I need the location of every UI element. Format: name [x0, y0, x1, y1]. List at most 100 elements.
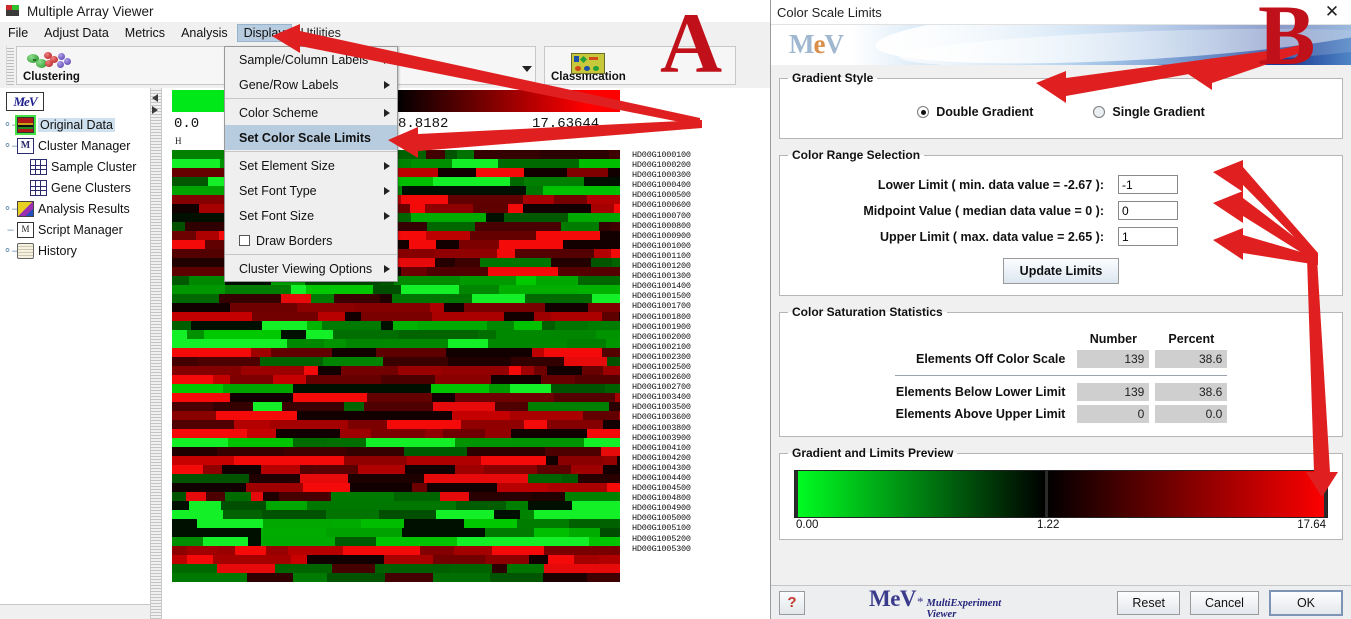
- heatmap-row[interactable]: [172, 546, 620, 555]
- split-collapse-down-icon[interactable]: [152, 106, 158, 114]
- table-header-row: Number Percent: [895, 331, 1228, 346]
- menu-display[interactable]: Display: [237, 24, 292, 42]
- help-button[interactable]: ?: [779, 591, 805, 615]
- cancel-button[interactable]: Cancel: [1190, 591, 1259, 615]
- menu-metrics[interactable]: Metrics: [118, 24, 172, 42]
- tree-item-analysis-results[interactable]: ⚬– Analysis Results: [0, 198, 150, 219]
- dialog-banner: MeV: [771, 25, 1351, 65]
- heatmap-row[interactable]: [172, 528, 620, 537]
- heatmap-row[interactable]: [172, 501, 620, 510]
- menu-separator: [225, 254, 397, 255]
- toolbar-button-classification[interactable]: Classification: [545, 52, 632, 84]
- tree-item-history[interactable]: ⚬– History: [0, 240, 150, 261]
- heatmap-row[interactable]: [172, 564, 620, 573]
- heatmap-row[interactable]: [172, 357, 620, 366]
- heatmap-row[interactable]: [172, 420, 620, 429]
- radio-single-gradient[interactable]: Single Gradient: [1093, 105, 1204, 119]
- menu-adjust-data[interactable]: Adjust Data: [37, 24, 116, 42]
- toolbar-grip[interactable]: [6, 46, 14, 85]
- tree-horizontal-scrollbar[interactable]: [0, 604, 150, 619]
- tree-expander-icon[interactable]: ⚬–: [4, 244, 17, 257]
- header-number: Number: [1077, 331, 1149, 346]
- tree-item-cluster-manager[interactable]: ⚬– M Cluster Manager: [0, 135, 150, 156]
- banner-logo: MeV: [789, 29, 843, 60]
- heatmap-row[interactable]: [172, 294, 620, 303]
- menu-item-gene-row-labels[interactable]: Gene/Row Labels: [225, 72, 397, 97]
- heatmap-row[interactable]: [172, 330, 620, 339]
- heatmap-row[interactable]: [172, 573, 620, 582]
- reset-button[interactable]: Reset: [1117, 591, 1180, 615]
- split-divider[interactable]: [150, 88, 162, 619]
- gene-label: HD00G1004100: [632, 443, 752, 453]
- heatmap-row[interactable]: [172, 519, 620, 528]
- split-collapse-up-icon[interactable]: [152, 94, 158, 102]
- menu-item-label: Set Font Type: [239, 184, 317, 198]
- menu-bar: File Adjust Data Metrics Analysis Displa…: [0, 22, 770, 43]
- heatmap-row[interactable]: [172, 474, 620, 483]
- upper-limit-input[interactable]: [1118, 227, 1178, 246]
- menu-item-set-font-size[interactable]: Set Font Size: [225, 203, 397, 228]
- heatmap-row[interactable]: [172, 438, 620, 447]
- heatmap-row[interactable]: [172, 303, 620, 312]
- toolbar-dropdown-arrow[interactable]: [522, 66, 532, 72]
- radio-selected-icon[interactable]: [917, 106, 929, 118]
- menu-utilities[interactable]: Utilities: [294, 24, 348, 42]
- menu-file[interactable]: File: [1, 24, 35, 42]
- tree-item-script-manager[interactable]: – M Script Manager: [0, 219, 150, 240]
- menu-item-draw-borders[interactable]: Draw Borders: [225, 228, 397, 253]
- gene-label: HD00G1001900: [632, 322, 752, 332]
- heatmap-row[interactable]: [172, 393, 620, 402]
- tree-expander-icon[interactable]: ⚬–: [4, 202, 17, 215]
- heatmap-row[interactable]: [172, 384, 620, 393]
- update-limits-button[interactable]: Update Limits: [1003, 258, 1120, 284]
- radio-unselected-icon[interactable]: [1093, 106, 1105, 118]
- gene-label: HD00G1003500: [632, 402, 752, 412]
- value-above-upper-limit-number: 0: [1077, 405, 1149, 423]
- radio-double-gradient[interactable]: Double Gradient: [917, 105, 1033, 119]
- menu-analysis[interactable]: Analysis: [174, 24, 235, 42]
- gradient-tick-low: [795, 471, 798, 517]
- heatmap-row[interactable]: [172, 447, 620, 456]
- tree-item-sample-cluster[interactable]: Sample Cluster: [0, 156, 150, 177]
- heatmap-row[interactable]: [172, 339, 620, 348]
- tree-item-gene-clusters[interactable]: Gene Clusters: [0, 177, 150, 198]
- tree-expander-icon[interactable]: ⚬–: [4, 118, 17, 131]
- heatmap-row[interactable]: [172, 411, 620, 420]
- heatmap-row[interactable]: [172, 375, 620, 384]
- midpoint-value-input[interactable]: [1118, 201, 1178, 220]
- heatmap-row[interactable]: [172, 366, 620, 375]
- gene-label: HD00G1002700: [632, 382, 752, 392]
- heatmap-row[interactable]: [172, 465, 620, 474]
- row-label-above-upper-limit: Elements Above Upper Limit: [895, 405, 1072, 423]
- toolbar-button-clustering[interactable]: Clustering: [17, 49, 86, 84]
- close-icon[interactable]: ✕: [1319, 1, 1345, 23]
- menu-item-set-font-type[interactable]: Set Font Type: [225, 178, 397, 203]
- heatmap-row[interactable]: [172, 348, 620, 357]
- tree-item-original-data[interactable]: ⚬– Original Data: [0, 114, 150, 135]
- heatmap-row[interactable]: [172, 537, 620, 546]
- footer-brand-star: *: [917, 594, 924, 610]
- checkbox-icon[interactable]: [239, 235, 250, 246]
- heatmap-row[interactable]: [172, 285, 620, 294]
- row-label-off-color-scale: Elements Off Color Scale: [895, 350, 1072, 368]
- lower-limit-input[interactable]: [1118, 175, 1178, 194]
- heatmap-row[interactable]: [172, 321, 620, 330]
- menu-item-cluster-viewing-options[interactable]: Cluster Viewing Options: [225, 256, 397, 281]
- heatmap-row[interactable]: [172, 510, 620, 519]
- menu-item-set-color-scale-limits[interactable]: Set Color Scale Limits: [225, 125, 397, 150]
- heatmap-row[interactable]: [172, 492, 620, 501]
- gene-label: HD00G1005200: [632, 534, 752, 544]
- saturation-table: Number Percent Elements Off Color Scale …: [889, 327, 1234, 427]
- heatmap-row[interactable]: [172, 312, 620, 321]
- heatmap-row[interactable]: [172, 483, 620, 492]
- menu-item-set-element-size[interactable]: Set Element Size: [225, 153, 397, 178]
- menu-item-sample-column-labels[interactable]: Sample/Column Labels: [225, 47, 397, 72]
- menu-item-color-scheme[interactable]: Color Scheme: [225, 100, 397, 125]
- ok-button[interactable]: OK: [1269, 590, 1343, 616]
- heatmap-row[interactable]: [172, 402, 620, 411]
- heatmap-row[interactable]: [172, 456, 620, 465]
- heatmap-row[interactable]: [172, 555, 620, 564]
- tree-expander-icon[interactable]: ⚬–: [4, 139, 17, 152]
- heatmap-row[interactable]: [172, 429, 620, 438]
- menu-item-label: Gene/Row Labels: [239, 78, 338, 92]
